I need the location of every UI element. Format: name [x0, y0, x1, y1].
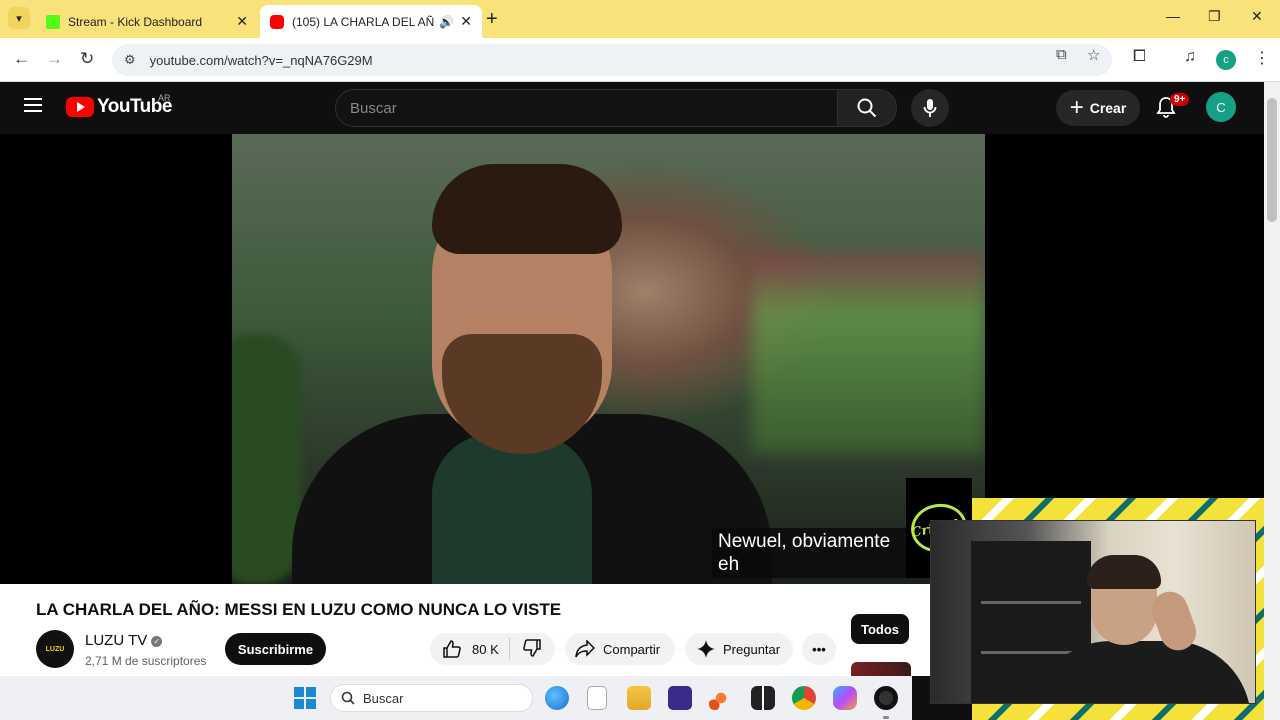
subscribe-button[interactable]: Suscribirme: [225, 633, 326, 665]
voice-search-button[interactable]: [911, 89, 949, 127]
browser-tab-bar: ▾ Stream - Kick Dashboard ✕ (105) LA CHA…: [0, 0, 1280, 38]
search-icon: [341, 691, 355, 705]
channel-name-text[interactable]: LUZU TV: [85, 632, 147, 649]
video-caption: Newuel, obviamente eh: [712, 528, 906, 578]
file-explorer-icon[interactable]: [627, 686, 651, 710]
kick-favicon-icon: [46, 14, 60, 29]
chrome-icon[interactable]: [792, 686, 816, 710]
more-horizontal-icon: •••: [812, 641, 826, 657]
thumbs-up-icon: [443, 640, 461, 658]
plus-icon: +: [1069, 94, 1084, 121]
address-bar[interactable]: ⚙ youtube.com/watch?v=_nqNA76G29M: [112, 44, 1112, 76]
youtube-favicon-icon: [270, 14, 284, 29]
like-dislike-group: 80 K: [430, 633, 555, 665]
file-icon[interactable]: [587, 686, 607, 710]
more-actions-button[interactable]: •••: [802, 633, 836, 665]
close-tab-icon[interactable]: ✕: [460, 13, 472, 30]
filter-chip-all[interactable]: Todos: [851, 614, 909, 644]
share-label: Compartir: [603, 641, 661, 657]
create-button[interactable]: + Crear: [1056, 90, 1140, 126]
nintendo-switch-icon[interactable]: [751, 686, 775, 710]
tab-kick-dashboard[interactable]: Stream - Kick Dashboard ✕: [36, 5, 258, 38]
youtube-logo[interactable]: YouTube AR: [66, 93, 172, 118]
search-icon: [857, 98, 877, 118]
video-person-shirt: [432, 434, 592, 584]
obs-icon[interactable]: [874, 686, 898, 710]
copilot-icon[interactable]: [833, 686, 857, 710]
ask-button[interactable]: Preguntar: [685, 633, 793, 665]
video-title: LA CHARLA DEL AÑO: MESSI EN LUZU COMO NU…: [36, 600, 562, 619]
sparkle-icon: [697, 640, 715, 658]
new-tab-button[interactable]: +: [486, 8, 498, 31]
account-avatar[interactable]: C: [1206, 92, 1236, 122]
menu-icon[interactable]: [24, 98, 42, 112]
audio-playing-icon[interactable]: 🔊: [439, 15, 454, 29]
windows-start-icon[interactable]: [294, 687, 316, 709]
site-info-icon[interactable]: ⚙: [124, 52, 136, 68]
create-label: Crear: [1089, 100, 1127, 116]
share-icon: [575, 640, 595, 658]
browser-toolbar: ← → ↻ ⚙ youtube.com/watch?v=_nqNA76G29M …: [0, 38, 1280, 82]
scrollbar-thumb[interactable]: [1267, 98, 1277, 222]
notifications-badge: 9+: [1170, 93, 1190, 106]
search-button[interactable]: [837, 89, 897, 127]
webcam-person-hair: [1087, 555, 1161, 589]
taskbar-search-placeholder: Buscar: [363, 690, 404, 706]
active-app-indicator: [883, 716, 889, 719]
edge-icon[interactable]: [545, 686, 569, 710]
like-count: 80 K: [472, 641, 499, 657]
restore-icon[interactable]: ❐: [1208, 8, 1221, 25]
tab-youtube[interactable]: (105) LA CHARLA DEL AÑO: MESSI EN LUZU C…: [260, 5, 482, 38]
bookmark-star-icon[interactable]: ☆: [1087, 46, 1100, 64]
forward-icon[interactable]: →: [46, 49, 63, 69]
windows-taskbar: Buscar: [0, 676, 912, 720]
app-icon[interactable]: [709, 686, 733, 710]
close-window-icon[interactable]: ✕: [1251, 8, 1263, 25]
browser-profile-avatar[interactable]: c: [1216, 50, 1236, 70]
video-background-field: [752, 254, 985, 454]
webcam-feed: [930, 520, 1256, 704]
minimize-icon[interactable]: —: [1166, 8, 1180, 24]
youtube-header: YouTube AR + Crear 9+ C: [0, 82, 1264, 134]
search-input[interactable]: [350, 99, 837, 117]
like-button[interactable]: 80 K: [430, 638, 510, 660]
back-icon[interactable]: ←: [13, 49, 30, 69]
subscriber-count: 2,71 M de suscriptores: [85, 654, 207, 668]
tab-title: Stream - Kick Dashboard: [68, 14, 203, 29]
dislike-button[interactable]: [510, 638, 542, 661]
youtube-play-icon: [66, 97, 94, 117]
verified-check-icon: ✓: [151, 635, 163, 647]
microphone-icon: [923, 99, 937, 117]
country-code: AR: [158, 93, 171, 103]
recommended-thumbnail[interactable]: [851, 662, 911, 676]
video-person-hair: [432, 164, 622, 254]
reload-icon[interactable]: ↻: [80, 49, 94, 69]
tab-title: (105) LA CHARLA DEL AÑO: MESSI EN LUZU C…: [292, 14, 435, 29]
close-tab-icon[interactable]: ✕: [236, 13, 248, 30]
tab-search-dropdown[interactable]: ▾: [8, 7, 30, 29]
install-app-icon[interactable]: ⧉: [1056, 46, 1067, 63]
search-field[interactable]: [335, 89, 838, 127]
save-icon[interactable]: [668, 686, 692, 710]
media-control-icon[interactable]: ♫: [1184, 48, 1196, 66]
browser-menu-icon[interactable]: ⋮: [1254, 48, 1270, 68]
video-player[interactable]: [232, 134, 985, 584]
share-button[interactable]: Compartir: [565, 633, 675, 665]
extensions-icon[interactable]: ⧠: [1133, 48, 1146, 66]
channel-name[interactable]: LUZU TV ✓: [85, 632, 163, 649]
ask-label: Preguntar: [723, 641, 781, 657]
url-text[interactable]: youtube.com/watch?v=_nqNA76G29M: [150, 53, 373, 68]
channel-avatar[interactable]: LUZU: [36, 630, 74, 668]
taskbar-search[interactable]: Buscar: [330, 684, 533, 712]
thumbs-down-icon: [523, 638, 541, 657]
